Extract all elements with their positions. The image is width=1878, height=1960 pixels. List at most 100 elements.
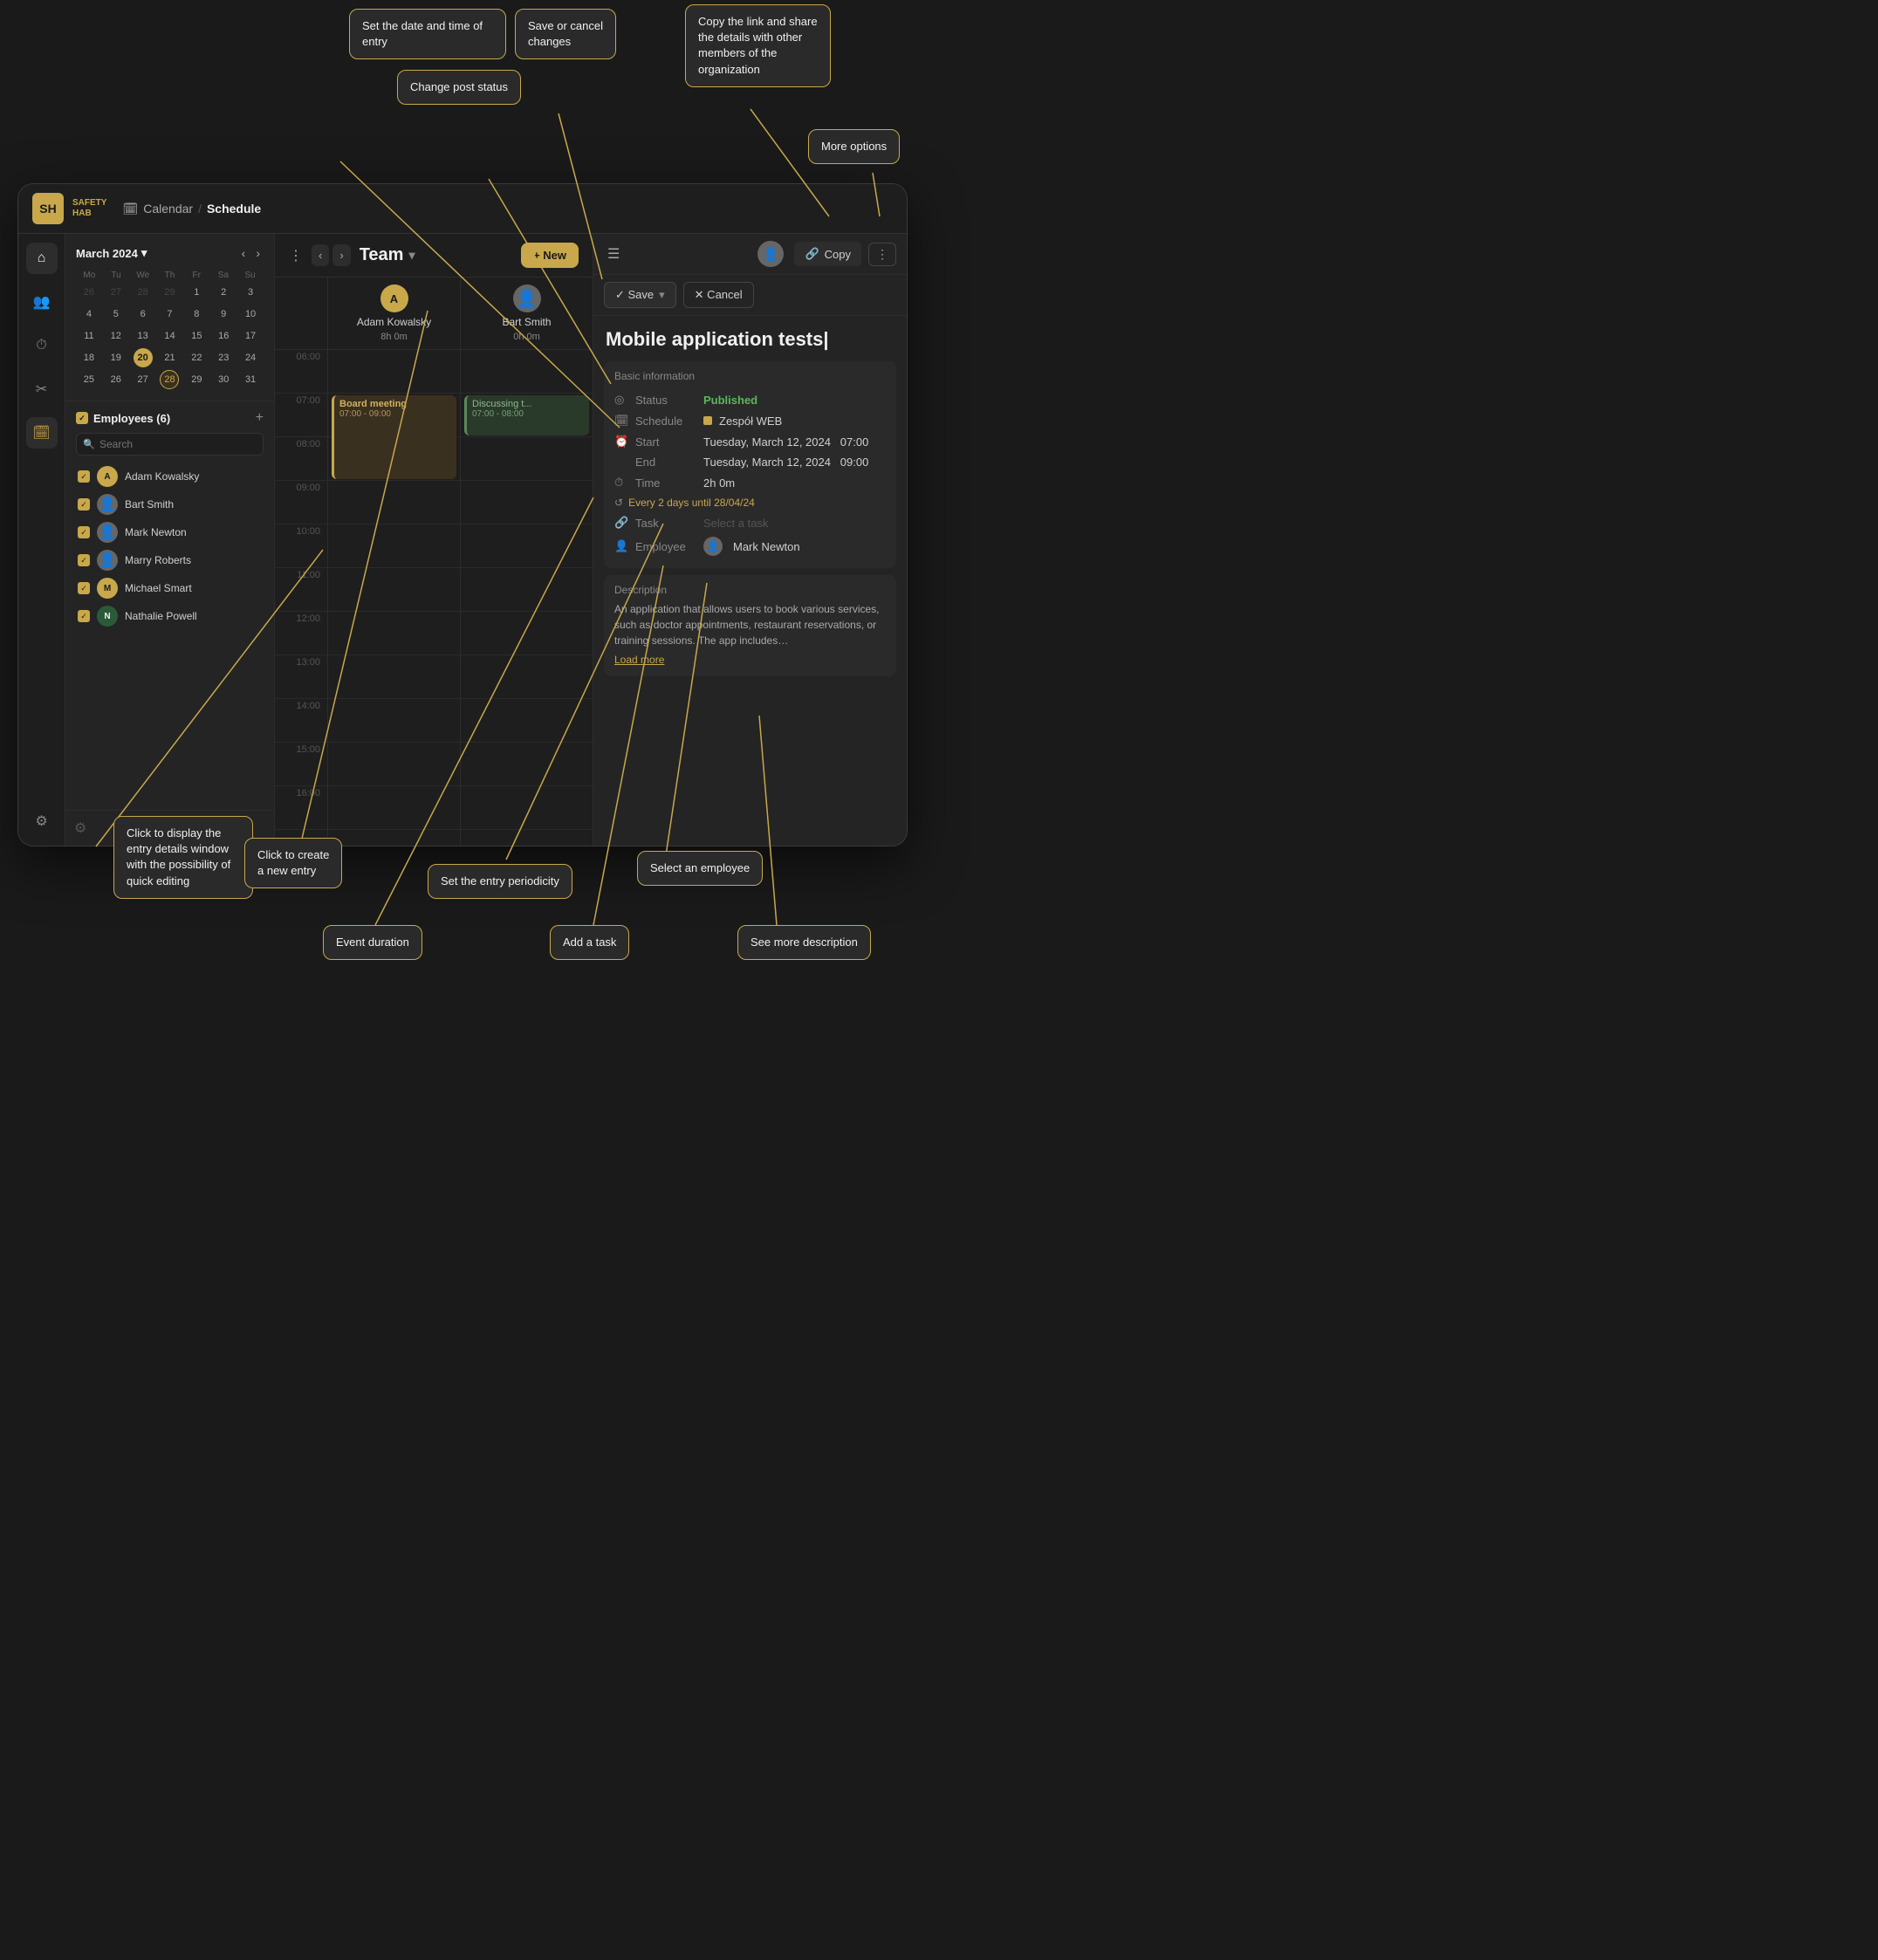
detail-panel: ☰ 👤 🔗 Copy ⋮ ✓ Save ▾ ✕ Cancel (593, 234, 907, 846)
left-panel: March 2024 ▾ ‹ › MoTu WeTh FrSa Su (65, 234, 275, 846)
day-cell[interactable]: 4 (79, 305, 99, 324)
cancel-button[interactable]: ✕ Cancel (683, 282, 754, 308)
load-more-button[interactable]: Load more (614, 654, 664, 666)
team-selector[interactable]: Team ▾ (360, 245, 415, 265)
add-employee-button[interactable]: + (256, 410, 264, 426)
day-cell[interactable]: 12 (106, 326, 126, 346)
day-cell[interactable]: 5 (106, 305, 126, 324)
save-button[interactable]: ✓ Save ▾ (604, 282, 676, 308)
day-cell-selected[interactable]: 28 (160, 370, 179, 389)
copy-link-button[interactable]: 🔗 Copy (794, 242, 861, 266)
time-column: 06:00 07:00 08:00 09:00 10:00 11:00 12:0… (275, 350, 327, 846)
day-cell[interactable]: 11 (79, 326, 99, 346)
employee-item-adam[interactable]: ✓ A Adam Kowalsky (76, 463, 264, 490)
employee-item-michael[interactable]: ✓ M Michael Smart (76, 574, 264, 602)
day-cell[interactable]: 3 (241, 283, 260, 302)
prev-week-button[interactable]: ‹ (312, 244, 329, 266)
tooltip-new-entry: Click to createa new entry (244, 838, 342, 888)
schedule-value[interactable]: Zespół WEB (719, 415, 782, 428)
day-cell[interactable]: 9 (214, 305, 233, 324)
day-cell[interactable]: 23 (214, 348, 233, 367)
breadcrumb: 🗓 Calendar / Schedule (122, 202, 261, 216)
day-cell[interactable]: 10 (241, 305, 260, 324)
employee-value[interactable]: Mark Newton (733, 540, 800, 553)
day-cell[interactable]: 30 (214, 370, 233, 389)
status-value[interactable]: Published (703, 394, 757, 407)
day-cell[interactable]: 7 (160, 305, 179, 324)
day-cell[interactable]: 13 (134, 326, 153, 346)
day-cell[interactable]: 29 (187, 370, 206, 389)
day-cell[interactable]: 8 (187, 305, 206, 324)
day-cell[interactable]: 2 (214, 283, 233, 302)
calendar-main: ⋮ ‹ › Team ▾ + New A (275, 234, 593, 846)
more-options-button[interactable]: ⋮ (868, 243, 896, 266)
detail-actions: ✓ Save ▾ ✕ Cancel (593, 275, 907, 316)
start-value[interactable]: Tuesday, March 12, 2024 07:00 (703, 435, 868, 449)
day-cell[interactable]: 24 (241, 348, 260, 367)
time-row: ⏱ Time 2h 0m (614, 472, 886, 493)
day-cell[interactable]: 15 (187, 326, 206, 346)
day-cell[interactable]: 27 (106, 283, 126, 302)
day-cell[interactable]: 28 (134, 283, 153, 302)
day-cell[interactable]: 17 (241, 326, 260, 346)
day-cell-today[interactable]: 20 (134, 348, 153, 367)
person-header-adam: A Adam Kowalsky 8h 0m (327, 278, 460, 349)
basic-info-section: Basic information ◎ Status Published 🗓 S… (604, 361, 896, 568)
sidebar-icon-clock[interactable]: ⏱ (26, 330, 58, 361)
sidebar-icon-settings[interactable]: ⚙ (26, 805, 58, 837)
day-cell[interactable]: 26 (106, 370, 126, 389)
employees-checkbox[interactable]: ✓ (76, 412, 88, 424)
task-value[interactable]: Select a task (703, 517, 768, 530)
tooltip-change-status: Change post status (397, 70, 521, 105)
day-cell[interactable]: 19 (106, 348, 126, 367)
day-cell[interactable]: 14 (160, 326, 179, 346)
repeat-text: Every 2 days until 28/04/24 (628, 497, 755, 509)
options-button[interactable]: ⋮ (289, 247, 303, 264)
employee-item-marry[interactable]: ✓ 👤 Marry Roberts (76, 546, 264, 574)
end-row: End Tuesday, March 12, 2024 09:00 (614, 452, 886, 472)
detail-menu-button[interactable]: ☰ (604, 242, 623, 266)
day-cell[interactable]: 21 (160, 348, 179, 367)
next-week-button[interactable]: › (332, 244, 350, 266)
entry-title[interactable]: Mobile application tests| (593, 316, 907, 358)
new-entry-button[interactable]: + New (521, 243, 579, 268)
employees-title: ✓ Employees (6) (76, 412, 170, 425)
bart-column: Discussing t... 07:00 - 08:00 (460, 350, 593, 846)
breadcrumb-parent[interactable]: Calendar (143, 202, 193, 216)
employee-item-mark[interactable]: ✓ 👤 Mark Newton (76, 518, 264, 546)
employee-search-input[interactable] (76, 433, 264, 456)
prev-month-button[interactable]: ‹ (238, 244, 250, 262)
repeat-row[interactable]: ↺ Every 2 days until 28/04/24 (614, 493, 886, 512)
day-cell[interactable]: 31 (241, 370, 260, 389)
logo: SH (32, 193, 64, 224)
day-cell[interactable]: 1 (187, 283, 206, 302)
event-discussing[interactable]: Discussing t... 07:00 - 08:00 (464, 395, 589, 435)
employee-search-box: 🔍 (76, 433, 264, 456)
day-cell[interactable]: 29 (160, 283, 179, 302)
employee-item-bart[interactable]: ✓ 👤 Bart Smith (76, 490, 264, 518)
brand-name: SAFETY HAB (72, 198, 106, 219)
cal-toolbar: ⋮ ‹ › Team ▾ + New (275, 234, 593, 278)
tooltip-copy-link: Copy the link and sharethe details with … (685, 4, 831, 87)
schedule-dot (703, 416, 712, 425)
sidebar-icon-users[interactable]: 👥 (26, 286, 58, 318)
adam-column: Board meeting 07:00 - 09:00 (327, 350, 460, 846)
day-cell[interactable]: 6 (134, 305, 153, 324)
day-cell[interactable]: 27 (134, 370, 153, 389)
sidebar-icon-home[interactable]: ⌂ (26, 243, 58, 274)
day-cell[interactable]: 16 (214, 326, 233, 346)
day-cell[interactable]: 26 (79, 283, 99, 302)
status-icon: ◎ (614, 393, 628, 407)
next-month-button[interactable]: › (252, 244, 264, 262)
day-cell[interactable]: 18 (79, 348, 99, 367)
end-value[interactable]: Tuesday, March 12, 2024 09:00 (703, 456, 868, 469)
day-cell[interactable]: 25 (79, 370, 99, 389)
tooltip-more-options: More options (808, 129, 900, 164)
sidebar-icon-tools[interactable]: ✂ (26, 373, 58, 405)
employee-item-nathalie[interactable]: ✓ N Nathalie Powell (76, 602, 264, 630)
event-board-meeting[interactable]: Board meeting 07:00 - 09:00 (332, 395, 456, 479)
settings-icon[interactable]: ⚙ (74, 821, 86, 836)
sidebar-icon-calendar[interactable]: 🗓 (26, 417, 58, 449)
tooltip-click-entry: Click to display the entry details windo… (113, 816, 253, 899)
day-cell[interactable]: 22 (187, 348, 206, 367)
